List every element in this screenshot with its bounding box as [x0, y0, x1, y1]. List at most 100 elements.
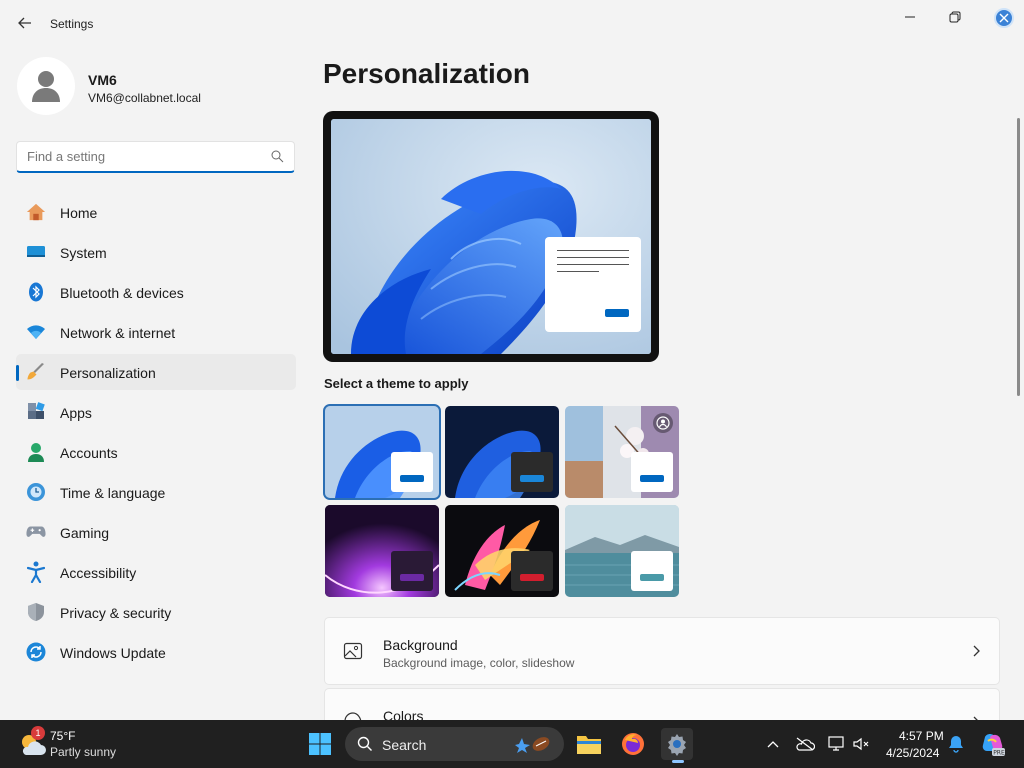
- theme-flow[interactable]: [565, 505, 679, 597]
- themes-heading: Select a theme to apply: [324, 376, 469, 391]
- minimize-icon: [905, 16, 915, 18]
- notification-badge: 1: [31, 726, 45, 740]
- theme-glow[interactable]: [325, 505, 439, 597]
- back-button[interactable]: [12, 10, 38, 36]
- theme-grid: [323, 404, 680, 597]
- start-button[interactable]: [308, 732, 332, 756]
- cloud-offline-icon: [796, 737, 815, 751]
- sidebar-item-label: Network & internet: [60, 325, 176, 341]
- background-card[interactable]: Background Background image, color, slid…: [324, 617, 1000, 685]
- theme-captured-motion[interactable]: [445, 505, 559, 597]
- taskbar-firefox[interactable]: [617, 728, 649, 760]
- firefox-icon: [622, 733, 644, 755]
- shield-icon: [26, 602, 46, 622]
- update-icon: [26, 642, 46, 662]
- show-hidden-icons-button[interactable]: [763, 734, 783, 754]
- copilot-icon: PRE: [982, 734, 1005, 757]
- sidebar-item-label: Bluetooth & devices: [60, 285, 184, 301]
- taskbar-settings[interactable]: [661, 728, 693, 763]
- app-title: Settings: [50, 17, 94, 31]
- theme-preview: [323, 111, 659, 362]
- notifications-button[interactable]: [946, 734, 966, 754]
- sidebar-item-network[interactable]: Network & internet: [16, 314, 296, 350]
- sidebar-item-windows-update[interactable]: Windows Update: [16, 634, 296, 670]
- theme-mini-window: [631, 452, 673, 492]
- svg-text:PRE: PRE: [993, 750, 1005, 757]
- sidebar-item-label: Privacy & security: [60, 605, 172, 621]
- sidebar-item-home[interactable]: Home: [16, 194, 296, 230]
- sidebar-item-label: Home: [60, 205, 98, 221]
- clock-globe-icon: [26, 482, 46, 502]
- theme-windows-light[interactable]: [323, 404, 441, 500]
- theme-mini-window: [391, 551, 433, 591]
- sidebar-item-personalization[interactable]: Personalization: [16, 354, 296, 390]
- theme-windows-dark[interactable]: [445, 406, 559, 498]
- taskbar-search-label: Search: [382, 737, 427, 753]
- page-title: Personalization: [323, 58, 530, 89]
- preview-window-sample: [545, 237, 641, 332]
- onedrive-button[interactable]: [795, 734, 815, 754]
- sidebar-item-accessibility[interactable]: Accessibility: [16, 554, 296, 590]
- scrollbar[interactable]: [1017, 118, 1020, 396]
- sidebar-item-time-language[interactable]: Time & language: [16, 474, 296, 510]
- taskbar-file-explorer[interactable]: [573, 728, 605, 760]
- sidebar-item-label: Windows Update: [60, 645, 166, 661]
- background-card-title: Background: [383, 637, 458, 653]
- bluetooth-icon: [26, 282, 46, 302]
- sidebar-item-label: Personalization: [60, 365, 156, 381]
- folder-icon: [577, 736, 601, 754]
- search-highlight-icon: [515, 737, 550, 753]
- taskbar-search[interactable]: Search: [345, 727, 564, 761]
- theme-mini-window: [511, 452, 553, 492]
- network-monitor-icon: [828, 736, 844, 751]
- sidebar-item-label: Accounts: [60, 445, 118, 461]
- picture-icon: [343, 641, 363, 666]
- sidebar-item-gaming[interactable]: Gaming: [16, 514, 296, 550]
- search-icon: [271, 150, 284, 163]
- chevron-right-icon: [971, 644, 981, 663]
- clock-date[interactable]: 4/25/2024: [886, 746, 939, 760]
- volume-muted-icon: [853, 737, 869, 751]
- search-icon: [357, 736, 372, 751]
- user-avatar-icon: [32, 71, 60, 102]
- sidebar-item-system[interactable]: System: [16, 234, 296, 270]
- sidebar-item-apps[interactable]: Apps: [16, 394, 296, 430]
- close-icon: [994, 8, 1014, 28]
- taskbar: 1 75°F Partly sunny Search 4:57 PM 4/25/…: [0, 720, 1024, 768]
- weather-temperature[interactable]: 75°F: [50, 729, 75, 743]
- sidebar-nav: Home System Bluetooth & devices Network …: [16, 194, 296, 674]
- brush-icon: [26, 362, 46, 382]
- theme-mini-window: [511, 551, 553, 591]
- volume-button[interactable]: [851, 734, 871, 754]
- restore-button[interactable]: [940, 6, 970, 28]
- copilot-button[interactable]: PRE: [980, 731, 1006, 757]
- minimize-button[interactable]: [895, 6, 925, 28]
- sidebar-item-bluetooth[interactable]: Bluetooth & devices: [16, 274, 296, 310]
- user-email: VM6@collabnet.local: [88, 91, 201, 105]
- gamepad-icon: [26, 522, 46, 542]
- spotlight-badge-icon: [653, 413, 673, 433]
- active-indicator: [672, 760, 684, 763]
- clock-time[interactable]: 4:57 PM: [899, 729, 944, 743]
- theme-mini-window: [631, 551, 673, 591]
- avatar[interactable]: [17, 57, 75, 115]
- accounts-icon: [26, 442, 46, 462]
- wallpaper-preview: [331, 119, 651, 354]
- close-button[interactable]: [990, 4, 1018, 32]
- sidebar-item-accounts[interactable]: Accounts: [16, 434, 296, 470]
- restore-icon: [949, 11, 961, 23]
- sidebar-item-label: Gaming: [60, 525, 110, 541]
- weather-description[interactable]: Partly sunny: [50, 745, 116, 759]
- bell-icon: [949, 736, 963, 753]
- search-box[interactable]: [16, 141, 295, 173]
- sidebar-item-label: Apps: [60, 405, 92, 421]
- theme-spotlight[interactable]: [565, 406, 679, 498]
- system-icon: [26, 242, 46, 262]
- sidebar-item-privacy-security[interactable]: Privacy & security: [16, 594, 296, 630]
- apps-icon: [26, 402, 46, 422]
- search-input[interactable]: [27, 149, 257, 164]
- network-button[interactable]: [827, 734, 847, 754]
- user-name: VM6: [88, 72, 117, 88]
- back-arrow-icon: [18, 17, 31, 29]
- title-bar: Settings: [0, 0, 1024, 48]
